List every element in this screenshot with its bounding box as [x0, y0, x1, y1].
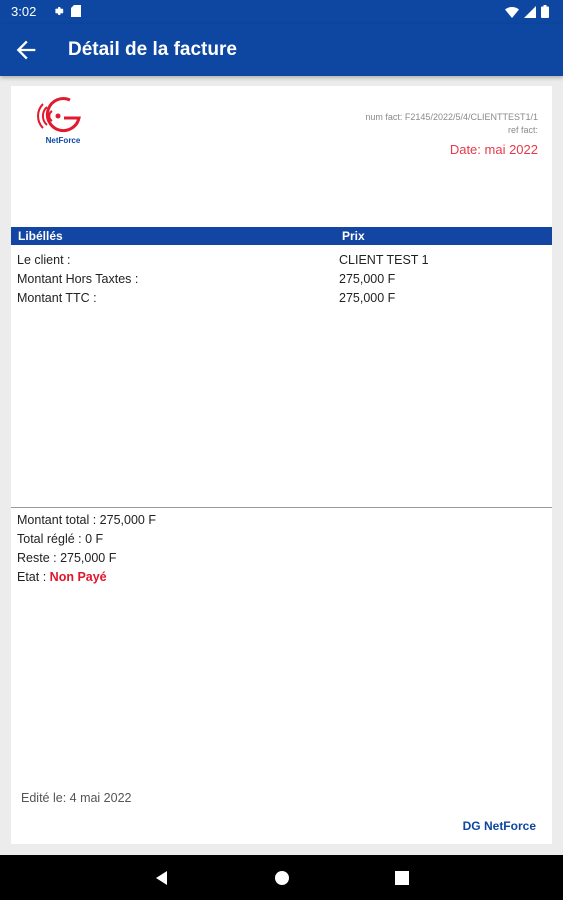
total-amount: Montant total : 275,000 F [17, 513, 156, 527]
table-row: Le client : CLIENT TEST 1 [11, 251, 552, 270]
status-bar: 3:02 [0, 0, 563, 24]
settings-icon [52, 5, 64, 21]
invoice-lines: Le client : CLIENT TEST 1 Montant Hors T… [11, 251, 552, 308]
divider [11, 507, 552, 508]
column-header-prix: Prix [342, 229, 365, 243]
invoice-reference: ref fact: [507, 125, 538, 135]
invoice-date: Date: mai 2022 [449, 142, 538, 157]
invoice-number: num fact: F2145/2022/5/4/CLIENTTEST1/1 [365, 112, 538, 122]
company-logo: NetForce [33, 94, 93, 148]
row-label: Montant Hors Taxtes : [17, 272, 139, 286]
row-value: 275,000 F [339, 272, 396, 286]
edited-date: Edité le: 4 mai 2022 [21, 791, 132, 805]
square-recents-icon [391, 871, 413, 893]
payment-status: Etat : Non Payé [17, 568, 156, 587]
table-row: Montant TTC : 275,000 F [11, 289, 552, 308]
row-label: Le client : [17, 253, 71, 267]
invoice-meta: num fact: F2145/2022/5/4/CLIENTTEST1/1 r… [365, 111, 538, 157]
triangle-back-icon [151, 871, 173, 893]
back-button[interactable] [12, 36, 40, 64]
app-bar: Détail de la facture [0, 24, 563, 76]
remaining-amount: Reste : 275,000 F [17, 551, 117, 565]
column-header-libelles: Libéllés [18, 229, 63, 243]
row-label: Montant TTC : [17, 291, 97, 305]
nav-back-button[interactable] [151, 867, 173, 889]
page-title: Détail de la facture [68, 39, 237, 60]
signature: DG NetForce [462, 819, 536, 833]
navigation-bar [0, 855, 563, 900]
circle-home-icon [271, 871, 293, 893]
status-label: Etat : [17, 570, 47, 584]
wifi-icon [505, 5, 519, 23]
row-value: CLIENT TEST 1 [339, 253, 429, 267]
sd-card-icon [71, 5, 81, 21]
status-time: 3:02 [11, 4, 37, 19]
row-value: 275,000 F [339, 291, 396, 305]
signal-icon [524, 5, 536, 23]
status-value: Non Payé [49, 570, 107, 584]
battery-icon [541, 5, 549, 23]
table-row: Montant Hors Taxtes : 275,000 F [11, 270, 552, 289]
table-header: Libéllés Prix [11, 227, 552, 245]
netforce-logo-icon [37, 97, 81, 133]
payment-summary: Montant total : 275,000 F Total réglé : … [17, 511, 156, 587]
brand-name: NetForce [45, 136, 81, 145]
nav-recents-button[interactable] [391, 867, 413, 889]
nav-home-button[interactable] [271, 867, 293, 889]
invoice-card: NetForce num fact: F2145/2022/5/4/CLIENT… [11, 86, 552, 844]
paid-amount: Total réglé : 0 F [17, 532, 104, 546]
arrow-left-icon [12, 40, 40, 68]
